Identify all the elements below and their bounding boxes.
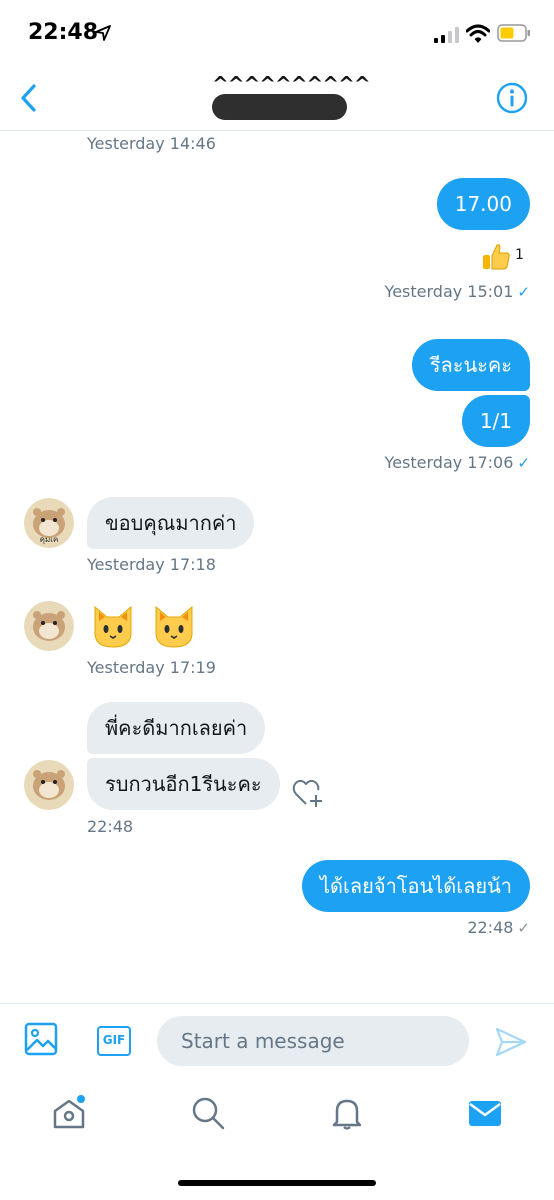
gif-button[interactable]: GIF [97,1026,131,1056]
outgoing-message[interactable]: 1/1 [461,395,530,447]
wifi-icon [466,24,490,43]
message-timestamp: Yesterday 17:06 ✓ [384,453,530,472]
heart-add-reaction-icon[interactable] [292,777,326,809]
reaction-count: 1 [515,247,524,263]
thumbs-up-reaction-icon[interactable] [480,240,512,272]
message-timestamp: Yesterday 14:46 [87,134,216,153]
status-bar: 22:48 [0,0,554,64]
message-timestamp: Yesterday 17:18 [87,555,216,574]
incoming-message[interactable]: รบกวนอีก1รีนะคะ [87,758,280,810]
redacted-handle [212,94,347,120]
clock: 22:48 [28,20,99,45]
conversation-header: ^^^^^^^^^^ [0,64,554,131]
cat-face-emoji-icon[interactable] [152,603,196,651]
contact-avatar[interactable] [24,760,74,810]
location-arrow-icon [95,25,111,41]
cat-face-emoji-icon[interactable] [91,603,135,651]
back-button[interactable] [16,82,42,114]
message-timestamp: Yesterday 17:19 [87,658,216,677]
contact-avatar[interactable]: คุมเค [24,498,74,548]
send-icon[interactable] [495,1026,527,1058]
info-button[interactable] [496,82,528,114]
message-timestamp: 22:48 [87,817,134,836]
message-input[interactable] [157,1016,469,1066]
avatar-caption: คุมเค [40,535,59,544]
image-attach-icon[interactable] [24,1022,58,1056]
message-timestamp: 22:48 ✓ [467,918,530,937]
outgoing-message[interactable]: 17.00 [436,178,530,230]
sent-check-icon: ✓ [517,919,530,937]
messages-tab-icon[interactable] [467,1095,503,1131]
cellular-signal-icon [434,27,459,43]
incoming-message[interactable]: ขอบคุณมากค่า [87,497,255,549]
contact-name[interactable]: ^^^^^^^^^^ [212,72,371,96]
message-timestamp: Yesterday 15:01 ✓ [384,282,530,301]
battery-icon [497,24,530,42]
outgoing-message[interactable]: ได้เลยจ้าโอนได้เลยน้า [302,860,530,912]
sent-check-icon: ✓ [517,283,530,301]
search-tab-icon[interactable] [190,1095,226,1131]
message-composer: GIF [0,1003,554,1080]
incoming-message[interactable]: พี่คะดีมากเลยค่า [87,702,266,754]
sent-check-icon: ✓ [517,454,530,472]
home-tab-icon[interactable] [51,1095,87,1131]
notifications-tab-icon[interactable] [329,1095,365,1131]
outgoing-message[interactable]: รีละนะคะ [411,339,530,391]
contact-avatar[interactable] [24,601,74,651]
home-indicator [178,1180,376,1186]
